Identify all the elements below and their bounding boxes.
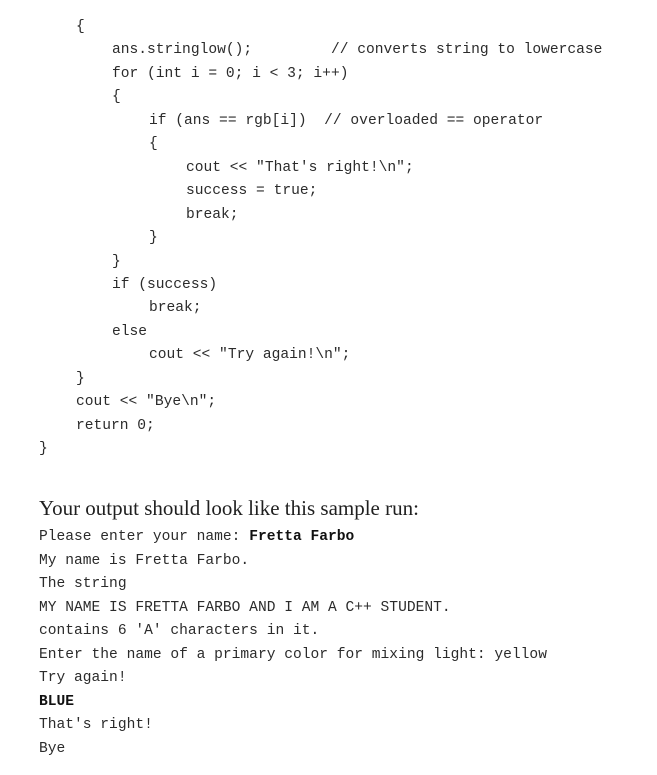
code-line: else [112,323,148,340]
code-line: { [112,89,121,106]
code-line: success = true; [186,183,318,200]
output-line-name-prompt: Please enter your name: Fretta Farbo [39,526,354,548]
code-line: cout << "Try again!\n"; [149,347,351,364]
code-line: cout << "Bye\n"; [76,394,217,411]
output-line-bye: Bye [39,741,66,757]
output-line-the-string: The string [39,576,127,592]
code-line: ans.stringlow(); // converts string to l… [112,42,603,59]
code-line: } [112,253,121,270]
sample-run-heading: Your output should look like this sample… [39,496,419,520]
output-line-contains: contains 6 'A' characters in it. [39,623,320,639]
code-line: } [149,230,158,247]
name-prompt-text: Please enter your name: [39,529,250,545]
user-input-name: Fretta Farbo [249,529,355,545]
code-line: } [39,441,48,458]
code-line: cout << "That's right!\n"; [186,159,414,176]
code-line: break; [186,206,239,223]
code-line: if (success) [112,276,218,293]
code-line: { [149,136,158,153]
code-line: for (int i = 0; i < 3; i++) [112,65,349,82]
output-line-try-again: Try again! [39,670,127,686]
code-line: return 0; [76,417,155,434]
code-line: { [76,19,85,35]
output-line-thats-right: That's right! [39,717,153,733]
output-line-my-name: My name is Fretta Farbo. [39,553,250,569]
code-line: break; [149,300,202,317]
code-line: } [76,370,85,387]
output-line-color-prompt: Enter the name of a primary color for mi… [39,647,547,663]
code-line: if (ans == rgb[i]) // overloaded == oper… [149,112,544,129]
output-line-uppercase: MY NAME IS FRETTA FARBO AND I AM A C++ S… [39,600,451,616]
user-input-blue: BLUE [39,694,75,710]
